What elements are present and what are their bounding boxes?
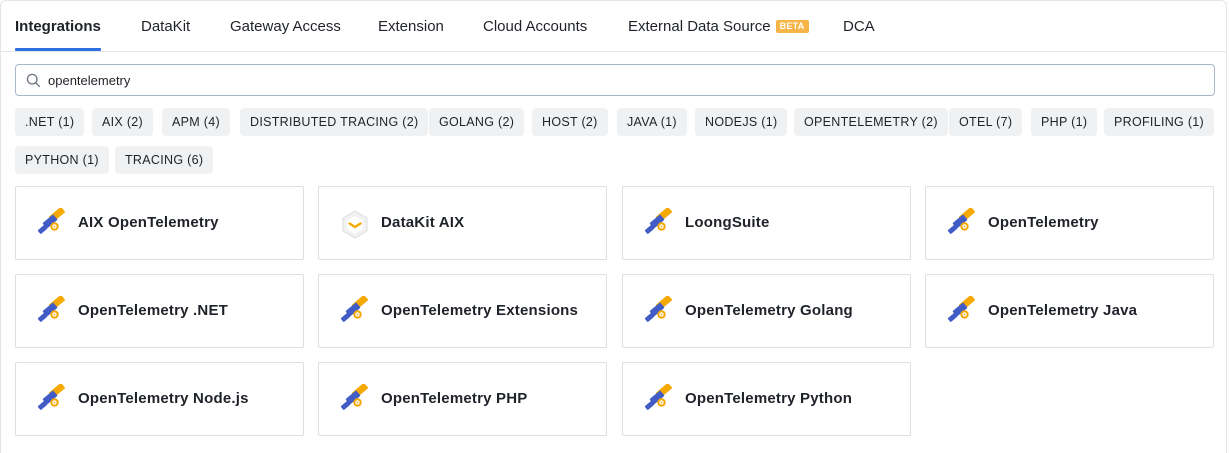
telescope-icon bbox=[339, 383, 371, 416]
telescope-icon bbox=[643, 207, 675, 240]
integration-card[interactable]: OpenTelemetry Java bbox=[925, 274, 1214, 348]
tag-dotnet[interactable]: .NET (1) bbox=[15, 108, 85, 136]
tag-opentelemetry[interactable]: OPENTELEMETRY (2) bbox=[794, 108, 948, 136]
integration-card[interactable]: DataKit AIX bbox=[318, 186, 607, 260]
tab-cloud-accounts[interactable]: Cloud Accounts bbox=[483, 1, 587, 51]
tab-dca[interactable]: DCA bbox=[843, 1, 875, 51]
tag-golang[interactable]: GOLANG (2) bbox=[429, 108, 525, 136]
tag-java[interactable]: JAVA (1) bbox=[617, 108, 687, 136]
tag-aix[interactable]: AIX (2) bbox=[92, 108, 153, 136]
search-box bbox=[15, 64, 1215, 96]
telescope-icon bbox=[946, 207, 978, 240]
telescope-icon bbox=[36, 383, 68, 416]
telescope-icon bbox=[36, 295, 68, 328]
integration-card[interactable]: OpenTelemetry .NET bbox=[15, 274, 304, 348]
integrations-panel: Integrations DataKit Gateway Access Exte… bbox=[0, 0, 1227, 453]
integration-card[interactable]: OpenTelemetry PHP bbox=[318, 362, 607, 436]
integration-card[interactable]: OpenTelemetry Extensions bbox=[318, 274, 607, 348]
integration-card[interactable]: OpenTelemetry Python bbox=[622, 362, 911, 436]
tag-profiling[interactable]: PROFILING (1) bbox=[1104, 108, 1215, 136]
telescope-icon bbox=[946, 295, 978, 328]
tag-apm[interactable]: APM (4) bbox=[162, 108, 230, 136]
tab-bar: Integrations DataKit Gateway Access Exte… bbox=[1, 1, 1226, 52]
datakit-icon bbox=[339, 208, 371, 240]
search-icon bbox=[26, 73, 41, 88]
integration-card[interactable]: LoongSuite bbox=[622, 186, 911, 260]
tab-extension[interactable]: Extension bbox=[378, 1, 444, 51]
tab-gateway-access[interactable]: Gateway Access bbox=[230, 1, 341, 51]
tab-external-data-source[interactable]: External Data Source BETA bbox=[628, 1, 809, 51]
beta-badge: BETA bbox=[775, 19, 809, 33]
tag-python[interactable]: PYTHON (1) bbox=[15, 146, 109, 174]
telescope-icon bbox=[643, 383, 675, 416]
telescope-icon bbox=[36, 207, 68, 240]
tab-integrations[interactable]: Integrations bbox=[15, 1, 101, 51]
tab-datakit[interactable]: DataKit bbox=[141, 1, 190, 51]
search-input[interactable] bbox=[48, 65, 1198, 95]
integration-card[interactable]: OpenTelemetry Node.js bbox=[15, 362, 304, 436]
tag-tracing[interactable]: TRACING (6) bbox=[115, 146, 214, 174]
tag-nodejs[interactable]: NODEJS (1) bbox=[695, 108, 788, 136]
integration-card[interactable]: OpenTelemetry bbox=[925, 186, 1214, 260]
tag-php[interactable]: PHP (1) bbox=[1031, 108, 1098, 136]
integration-card[interactable]: OpenTelemetry Golang bbox=[622, 274, 911, 348]
tag-otel[interactable]: OTEL (7) bbox=[949, 108, 1023, 136]
tag-distributed-tracing[interactable]: DISTRIBUTED TRACING (2) bbox=[240, 108, 429, 136]
telescope-icon bbox=[643, 295, 675, 328]
telescope-icon bbox=[339, 295, 371, 328]
tag-host[interactable]: HOST (2) bbox=[532, 108, 608, 136]
integration-card[interactable]: AIX OpenTelemetry bbox=[15, 186, 304, 260]
